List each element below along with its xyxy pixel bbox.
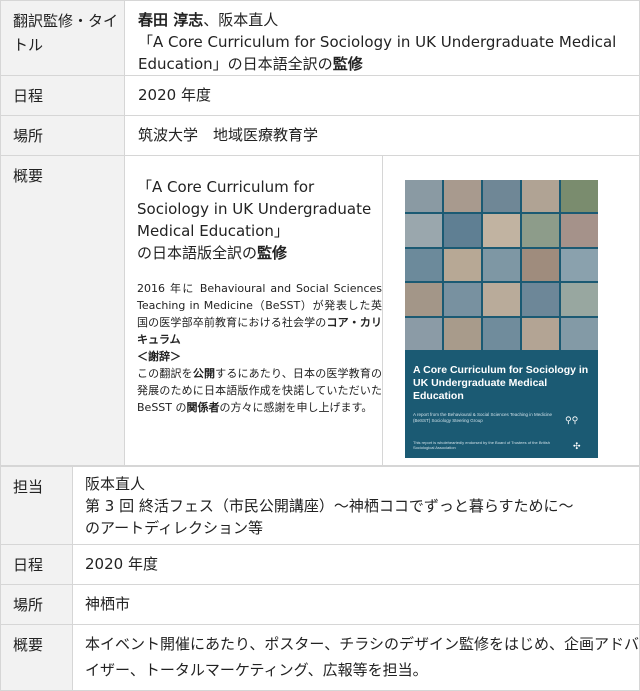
cover-title: A Core Curriculum for Sociology in UK Un…	[413, 364, 589, 402]
table-row: 担当 阪本直人 第 3 回 終活フェス（市民公開講座）〜神栖ココでずっと暮らすた…	[0, 466, 640, 545]
row-value: 2020 年度	[124, 75, 640, 116]
summary-body: 2016 年に Behavioural and Social Sciences …	[137, 280, 382, 416]
row-value: 本イベント開催にあたり、ポスター、チラシのデザイン監修をはじめ、企画アドバイザー…	[72, 624, 640, 691]
person-name: 阪本直人	[85, 475, 146, 493]
table-row: 概要 本イベント開催にあたり、ポスター、チラシのデザイン監修をはじめ、企画アドバ…	[0, 624, 640, 691]
table-row: 日程 2020 年度	[0, 75, 640, 116]
para-3c: の方々に感謝を申し上げます。	[219, 401, 373, 414]
co-supervisor: 、阪本直人	[203, 11, 279, 29]
para-3-bold: 公開	[192, 367, 216, 380]
supervisor-name: 春田 淳志	[138, 11, 204, 29]
heading-title: 「A Core Curriculum for Sociology in UK U…	[137, 178, 372, 240]
row-value: 春田 淳志、阪本直人 「A Core Curriculum for Sociol…	[124, 0, 640, 76]
supervision-word: 監修	[332, 55, 363, 73]
row-value: 阪本直人 第 3 回 終活フェス（市民公開講座）〜神栖ココでずっと暮らすために〜…	[72, 466, 640, 545]
table-row: 場所 筑波大学 地域医療教育学	[0, 115, 640, 156]
row-label: 日程	[0, 75, 125, 116]
translation-title: 「A Core Curriculum for Sociology in UK U…	[138, 33, 617, 73]
heading-bold: 監修	[257, 244, 288, 262]
row-value: 「A Core Curriculum for Sociology in UK U…	[124, 155, 640, 466]
summary-text: 「A Core Curriculum for Sociology in UK U…	[125, 156, 383, 465]
page: 翻訳監修・タイトル 春田 淳志、阪本直人 「A Core Curriculum …	[0, 0, 640, 691]
row-label: 日程	[0, 544, 73, 585]
row-label: 場所	[0, 115, 125, 156]
cover-subtitle: A report from the Behavioural & Social S…	[413, 412, 552, 423]
table-row: 概要 「A Core Curriculum for Sociology in U…	[0, 155, 640, 466]
row-label: 場所	[0, 584, 73, 625]
event-name: 第 3 回 終活フェス（市民公開講座）〜神栖ココでずっと暮らすために〜	[85, 497, 574, 515]
photo-collage	[405, 180, 598, 350]
cover-footer: This report is wholeheartedly endorsed b…	[413, 440, 550, 450]
table-row: 日程 2020 年度	[0, 544, 640, 585]
row-label: 翻訳監修・タイトル	[0, 0, 125, 76]
heading-suffix: の日本語版全訳の	[137, 244, 258, 262]
info-table-2: 担当 阪本直人 第 3 回 終活フェス（市民公開講座）〜神栖ココでずっと暮らすた…	[0, 466, 640, 691]
association-logo-icon: ✣	[573, 442, 581, 452]
book-cover-image: A Core Curriculum for Sociology in UK Un…	[405, 180, 598, 458]
table-row: 翻訳監修・タイトル 春田 淳志、阪本直人 「A Core Curriculum …	[0, 0, 640, 76]
acknowledgement-heading: ＜謝辞＞	[137, 350, 181, 363]
row-label: 担当	[0, 466, 73, 545]
row-value: 2020 年度	[72, 544, 640, 585]
summary-heading: 「A Core Curriculum for Sociology in UK U…	[137, 176, 382, 264]
para-3-bold2: 関係者	[186, 401, 220, 414]
row-label: 概要	[0, 624, 73, 691]
role-description: のアートディレクション等	[85, 519, 264, 537]
row-value: 筑波大学 地域医療教育学	[124, 115, 640, 156]
info-table-1: 翻訳監修・タイトル 春田 淳志、阪本直人 「A Core Curriculum …	[0, 0, 640, 466]
para-3: この翻訳を	[137, 367, 193, 380]
table-row: 場所 神栖市	[0, 584, 640, 625]
row-value: 神栖市	[72, 584, 640, 625]
figures-icon: ⚲⚲	[565, 416, 579, 426]
cover-cell: A Core Curriculum for Sociology in UK Un…	[383, 156, 639, 465]
row-label: 概要	[0, 155, 125, 466]
